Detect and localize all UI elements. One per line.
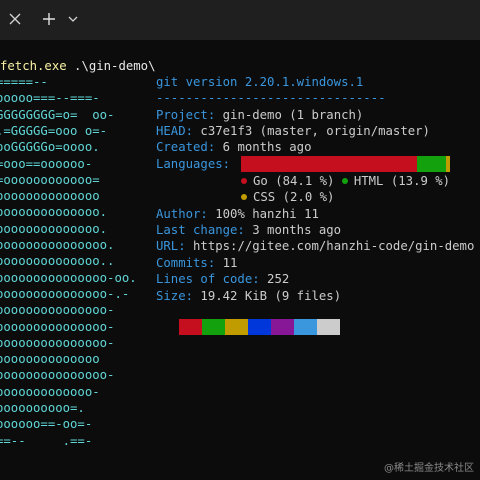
- last-change-key: Last change:: [156, 223, 245, 237]
- info-separator: -------------------------------: [156, 91, 386, 105]
- ascii-logo-line: ooooooooooooo-: [0, 384, 100, 399]
- html-legend-label: HTML (13.9 %): [353, 174, 451, 188]
- author-row: Author: 100% hanzhi 11: [156, 206, 319, 222]
- palette-swatch: [294, 319, 317, 335]
- command-arg: .\gin-demo\: [66, 59, 156, 73]
- commits-value: 11: [215, 256, 238, 270]
- legend-row-2: CSS (2.0 %): [241, 189, 334, 205]
- go-legend-dot: [241, 177, 247, 184]
- languages-row: Languages:: [156, 156, 230, 172]
- author-value: 100% hanzhi 11: [207, 207, 319, 221]
- go-legend-label: Go (84.1 %): [253, 174, 335, 188]
- palette-swatch: [179, 319, 202, 335]
- ascii-logo-line: ooooooooooooooo-: [0, 335, 115, 350]
- created-value: 6 months ago: [215, 140, 312, 154]
- css-legend-label: CSS (2.0 %): [253, 190, 335, 204]
- ascii-logo-line: =ooo==oooooo-: [0, 156, 93, 171]
- url-value[interactable]: https://gitee.com/hanzhi-code/gin-demo: [186, 239, 474, 253]
- ascii-logo-line: oooooooooooooo.: [0, 205, 108, 220]
- size-value: 19.42 KiB (9 files): [193, 289, 342, 303]
- ascii-logo-line: ooooooooooooooo-.-: [0, 286, 130, 301]
- project-row: Project: gin-demo (1 branch): [156, 107, 363, 123]
- head-value: c37e1f3 (master, origin/master): [193, 124, 430, 138]
- ascii-logo-line: oooooooooooooo: [0, 352, 100, 367]
- created-key: Created:: [156, 140, 216, 154]
- url-key: URL:: [156, 239, 186, 253]
- watermark: @稀土掘金技术社区: [384, 463, 474, 474]
- close-icon[interactable]: [6, 10, 24, 28]
- author-key: Author:: [156, 207, 208, 221]
- ascii-logo-line: oooooo==-oo=-: [0, 417, 93, 432]
- ascii-logo-line: =oooooooooooo=: [0, 172, 100, 187]
- last-change-value: 3 months ago: [244, 223, 342, 237]
- languages-bar: [241, 156, 450, 172]
- loc-key: Lines of code:: [156, 272, 260, 286]
- commits-row: Commits: 11: [156, 255, 237, 271]
- ascii-logo-line: ooGGGGGo=oooo.: [0, 140, 100, 155]
- palette-swatch: [271, 319, 294, 335]
- ascii-logo-line: ooooo===--===-: [0, 91, 100, 106]
- ascii-logo-line: oooooooooooooo.: [0, 221, 108, 236]
- ascii-logo-line: GGGGGGGG=o= oo-: [0, 107, 115, 122]
- palette-swatch: [202, 319, 225, 335]
- head-key: HEAD:: [156, 124, 194, 138]
- created-row: Created: 6 months ago: [156, 139, 311, 155]
- languages-key: Languages:: [156, 157, 231, 171]
- palette-swatch: [225, 319, 248, 335]
- css-bar-segment: [446, 156, 450, 172]
- size-row: Size: 19.42 KiB (9 files): [156, 288, 341, 304]
- ascii-logo-line: =====--: [0, 75, 48, 89]
- project-value: gin-demo (1 branch): [215, 108, 364, 122]
- go-bar-segment: [241, 156, 417, 172]
- ascii-logo-line: ooooooooooooooo-: [0, 319, 115, 334]
- css-legend-dot: [241, 193, 247, 200]
- ascii-logo-line: oooooooooooooo: [0, 189, 100, 204]
- size-key: Size:: [156, 289, 194, 303]
- color-palette: [179, 319, 340, 335]
- chevron-down-icon[interactable]: [66, 12, 80, 26]
- palette-swatch: [248, 319, 271, 335]
- ascii-logo-line: oooooooooo=.: [0, 401, 85, 415]
- project-key: Project:: [156, 108, 216, 122]
- plus-icon[interactable]: [40, 10, 58, 28]
- command-exe: fetch.exe: [0, 59, 67, 73]
- commits-key: Commits:: [156, 256, 216, 270]
- last-change-row: Last change: 3 months ago: [156, 222, 341, 238]
- palette-swatch: [317, 319, 340, 335]
- command-line: fetch.exe .\gin-demo\: [0, 58, 155, 74]
- url-row: URL: https://gitee.com/hanzhi-code/gin-d…: [156, 238, 474, 254]
- ascii-logo-line: oooooooooooooo..: [0, 254, 115, 269]
- terminal-output[interactable]: fetch.exe .\gin-demo\ =====-- ooooo===--=…: [0, 40, 480, 480]
- loc-value: 252: [259, 272, 290, 286]
- ascii-logo-line: ooooooooooooooo.: [0, 238, 115, 252]
- ascii-logo-line: ooooooooooooooo-: [0, 368, 115, 383]
- git-version-title: git version 2.20.1.windows.1: [156, 75, 364, 89]
- head-row: HEAD: c37e1f3 (master, origin/master): [156, 123, 430, 139]
- tab-bar: [0, 0, 480, 40]
- ascii-logo-line: .=GGGGG=ooo o=-: [0, 123, 108, 138]
- loc-row: Lines of code: 252: [156, 271, 289, 287]
- legend-row-1: Go (84.1 %) HTML (13.9 %): [241, 173, 450, 189]
- ascii-logo-line: ==-- .==-: [0, 433, 93, 448]
- html-legend-dot: [341, 177, 348, 184]
- html-bar-segment: [417, 156, 446, 172]
- ascii-logo-line: ooooooooooooooo-oo.: [0, 270, 137, 285]
- ascii-logo-line: ooooooooooooooo-: [0, 303, 115, 318]
